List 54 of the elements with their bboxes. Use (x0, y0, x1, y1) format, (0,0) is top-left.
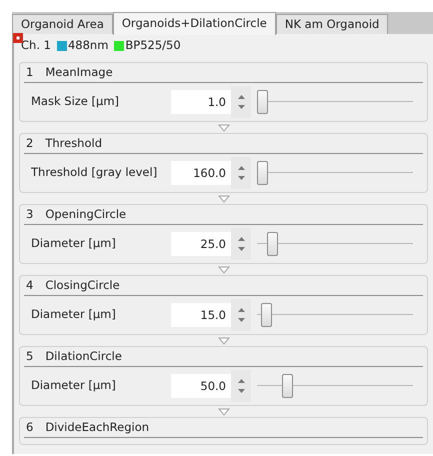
slider[interactable] (257, 374, 413, 398)
slider-thumb[interactable] (282, 374, 293, 398)
step-arrow-icon (218, 124, 230, 132)
slider-thumb[interactable] (267, 232, 278, 256)
step-arrow-icon (218, 194, 230, 202)
step-title: OpeningCircle (45, 206, 126, 223)
parameter-label: Diameter [µm] (31, 377, 117, 394)
step-title: MeanImage (45, 64, 113, 81)
parameter-label: Diameter [µm] (31, 306, 117, 324)
parameter-label: Threshold [gray level] (31, 164, 158, 182)
parameter-label: Mask Size [µm] (31, 93, 120, 110)
step-title: DivideEachRegion (45, 418, 150, 436)
step-number: 3 (26, 206, 34, 223)
slider[interactable] (257, 90, 413, 114)
value-field[interactable]: 25.0 (171, 232, 231, 256)
value-field[interactable]: 1.0 (171, 90, 231, 114)
step-title: ClosingCircle (45, 276, 120, 294)
swatch-label: BP525/50 (125, 37, 181, 54)
down-arrow-icon[interactable] (238, 176, 244, 180)
up-arrow-icon[interactable] (238, 95, 244, 99)
slider[interactable] (257, 303, 413, 327)
step-number: 6 (26, 418, 34, 436)
slider-thumb[interactable] (261, 303, 272, 327)
down-arrow-icon[interactable] (238, 318, 244, 322)
step-number: 5 (26, 348, 34, 365)
parameter-label: Diameter [µm] (31, 235, 117, 252)
up-arrow-icon[interactable] (238, 308, 244, 312)
step-arrow-icon (218, 266, 230, 274)
slider-thumb[interactable] (257, 90, 268, 114)
step-title: DilationCircle (45, 348, 122, 365)
tab[interactable]: Organoid Area (12, 14, 113, 34)
down-arrow-icon[interactable] (238, 105, 244, 109)
step-arrow-icon (218, 408, 230, 416)
step-number: 1 (26, 64, 34, 81)
down-arrow-icon[interactable] (238, 247, 244, 251)
tab[interactable]: NK am Organoid (276, 14, 388, 34)
up-arrow-icon[interactable] (238, 379, 244, 383)
down-arrow-icon[interactable] (238, 389, 244, 393)
channel-label: Ch. 1 (21, 37, 51, 54)
step-number: 2 (26, 134, 34, 152)
slider-thumb[interactable] (257, 161, 268, 185)
step-title: Threshold (45, 134, 102, 152)
value-field[interactable]: 15.0 (171, 303, 231, 327)
tab[interactable]: Organoids+DilationCircle (112, 12, 276, 35)
channel-icon (13, 33, 23, 43)
value-field[interactable]: 50.0 (171, 374, 231, 398)
swatch-label: 488nm (68, 37, 108, 54)
value-field[interactable]: 160.0 (171, 161, 231, 185)
slider[interactable] (257, 232, 413, 256)
up-arrow-icon[interactable] (238, 237, 244, 241)
slider[interactable] (257, 161, 413, 185)
up-arrow-icon[interactable] (238, 166, 244, 170)
step-number: 4 (26, 276, 34, 294)
step-arrow-icon (218, 336, 230, 344)
